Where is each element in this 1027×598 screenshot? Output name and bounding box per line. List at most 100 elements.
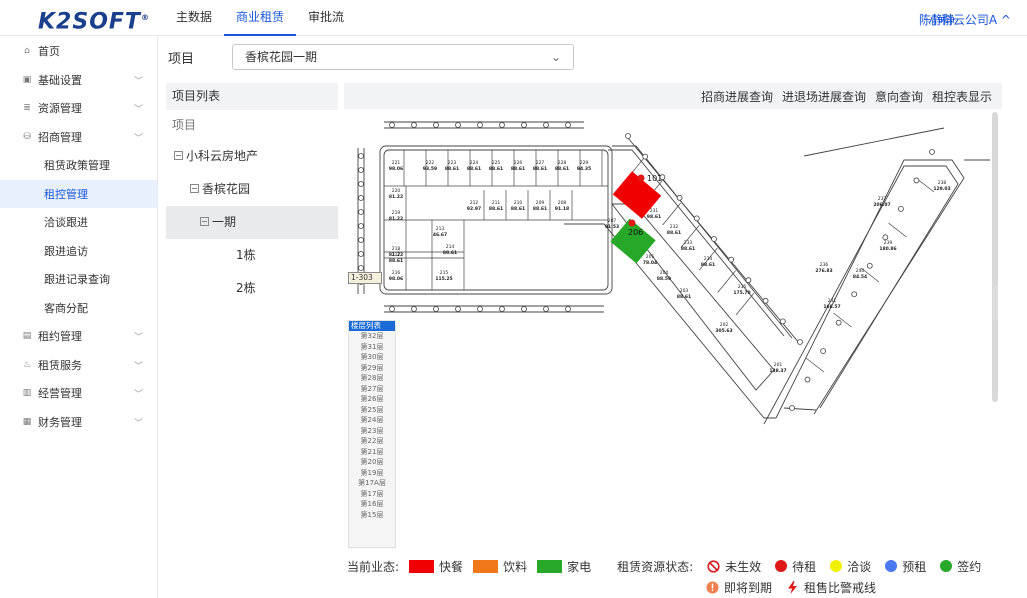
sidebar-item[interactable]: ♨ 租赁服务 ﹀: [0, 351, 157, 380]
unit-label: 88.61: [467, 166, 481, 172]
floor-item[interactable]: 第22层: [349, 436, 395, 447]
unit-label: 205: [646, 254, 655, 260]
floor-item[interactable]: 第20层: [349, 457, 395, 468]
unit-label: 206.07: [873, 202, 890, 208]
sidebar-item-label: 经营管理: [38, 387, 82, 401]
operation-icon: ▥: [22, 388, 32, 399]
tree-title: 项目列表: [166, 83, 338, 110]
unit-label: 84.54: [853, 274, 867, 280]
unit-label: 88.61: [511, 206, 525, 212]
sidebar-subitem[interactable]: 跟进记录查询: [0, 265, 157, 294]
finance-icon: ▦: [22, 416, 32, 427]
sidebar-subitem[interactable]: 洽谈跟进: [0, 208, 157, 237]
unit-label: 88.61: [511, 166, 525, 172]
sidebar-subitem[interactable]: 跟进追访: [0, 237, 157, 266]
toolbar-link[interactable]: 意向查询: [875, 88, 923, 105]
unit-label: 88.61: [445, 166, 459, 172]
business-swatch: [473, 559, 499, 573]
sidebar-item[interactable]: ▣ 基础设置 ﹀: [0, 66, 157, 95]
unit-label: 223: [448, 160, 457, 166]
sidebar-item[interactable]: ▥ 经营管理 ﹀: [0, 379, 157, 408]
project-select[interactable]: 香槟花园一期 ⌄: [232, 44, 574, 70]
floor-item[interactable]: 第29层: [349, 363, 395, 374]
collapse-icon[interactable]: [190, 184, 199, 193]
floor-item[interactable]: 第17A层: [349, 478, 395, 489]
sidebar-subitem[interactable]: 租赁政策管理: [0, 151, 157, 180]
floor-item[interactable]: 第26层: [349, 394, 395, 405]
business-label: 快餐: [439, 559, 464, 574]
unit-label: 88.61: [533, 166, 547, 172]
floor-item[interactable]: 第27层: [349, 384, 395, 395]
tree-node[interactable]: 一期: [166, 206, 338, 239]
unit-label: 232: [670, 224, 679, 230]
unit-label: 212: [470, 200, 479, 206]
floor-item[interactable]: 第28层: [349, 373, 395, 384]
floor-item[interactable]: 第30层: [349, 352, 395, 363]
unit-label: 305.63: [715, 328, 732, 334]
unit-label: 129.03: [933, 186, 950, 192]
sidebar-item[interactable]: ▤ 租约管理 ﹀: [0, 322, 157, 351]
sidebar: ⌂ 首页 ▣ 基础设置 ﹀ ≣ 资源管理 ﹀ ⛁ 招商管理 ﹀ 租赁政策管理 租控管理 洽谈跟进 跟进追访跟…: [0, 37, 158, 598]
chevron-down-icon: ﹀: [133, 418, 143, 429]
sidebar-item[interactable]: ▦ 财务管理 ﹀: [0, 408, 157, 437]
floor-item[interactable]: 第15层: [349, 510, 395, 521]
toolbar-link[interactable]: 进退场进展查询: [782, 88, 866, 105]
unit-label: 231: [650, 208, 659, 214]
topnav-item[interactable]: 审批流: [296, 0, 356, 36]
unit-206-label: 206: [628, 228, 643, 237]
unit-label: 208: [558, 200, 567, 206]
unit-label: 220: [392, 188, 401, 194]
collapse-icon[interactable]: [174, 151, 183, 160]
sidebar-item[interactable]: ⛁ 招商管理 ﹀: [0, 123, 157, 152]
unit-label: 218: [392, 246, 401, 252]
chevron-down-icon: ﹀: [133, 76, 143, 87]
floor-item[interactable]: 第24层: [349, 415, 395, 426]
plan-scrollbar[interactable]: [992, 112, 998, 402]
sidebar-subitem[interactable]: 客商分配: [0, 294, 157, 323]
unit-label: 98.06: [389, 276, 403, 282]
company-switcher[interactable]: 小科云公司A ^: [929, 11, 1011, 28]
home-icon: ⌂: [24, 46, 30, 57]
floor-item[interactable]: 第31层: [349, 342, 395, 353]
unit-label: 91.53: [605, 224, 619, 230]
tree-node[interactable]: 2栋: [166, 272, 338, 305]
tree-node[interactable]: 香槟花园: [166, 173, 338, 206]
topnav-item[interactable]: 商业租赁: [224, 0, 297, 36]
unit-label: 88.61: [533, 206, 547, 212]
sidebar-item-label: 租赁服务: [38, 358, 82, 372]
alert-icon: [706, 581, 719, 593]
topnav-item[interactable]: 主数据: [164, 0, 224, 36]
floor-item[interactable]: 第17层: [349, 489, 395, 500]
unit-label: 207: [608, 218, 617, 224]
floor-item[interactable]: 第19层: [349, 468, 395, 479]
sidebar-subitem[interactable]: 租控管理: [0, 179, 157, 208]
collapse-icon[interactable]: [200, 217, 209, 226]
floor-item[interactable]: 第23层: [349, 426, 395, 437]
chevron-down-icon: ﹀: [133, 333, 143, 343]
panel-resize-handle[interactable]: [993, 285, 998, 320]
floor-item[interactable]: 第21层: [349, 447, 395, 458]
unit-label: 78.04: [643, 260, 657, 266]
toolbar-link[interactable]: 租控表显示: [932, 88, 992, 105]
floor-item[interactable]: 第32层: [349, 331, 395, 342]
unit-101-label: 101: [647, 174, 662, 183]
chevron-down-icon: ⌄: [550, 50, 561, 64]
unit-label: 98.06: [389, 166, 403, 172]
toolbar-link[interactable]: 招商进展查询: [701, 88, 773, 105]
unit-label: 81.22: [389, 194, 403, 200]
floor-item[interactable]: 第25层: [349, 405, 395, 416]
tree-node[interactable]: 小科云房地产: [166, 140, 338, 173]
floor-item[interactable]: 第16层: [349, 499, 395, 510]
sidebar-item[interactable]: ≣ 资源管理 ﹀: [0, 94, 157, 123]
unit-label: 238: [938, 180, 947, 186]
unit-label: 209: [536, 200, 545, 206]
unit-label: 88.61: [489, 206, 503, 212]
unit-label: 216: [392, 270, 401, 276]
tree-node[interactable]: 1栋: [166, 239, 338, 272]
k2soft-logo[interactable]: K2SOFT®: [38, 6, 150, 34]
unit-label: 202: [720, 322, 729, 328]
unit-label: 88.61: [667, 230, 681, 236]
sidebar-item[interactable]: ⌂ 首页: [0, 37, 157, 66]
unit-tag[interactable]: 1-303: [348, 272, 382, 284]
contract-icon: ▤: [22, 331, 32, 342]
